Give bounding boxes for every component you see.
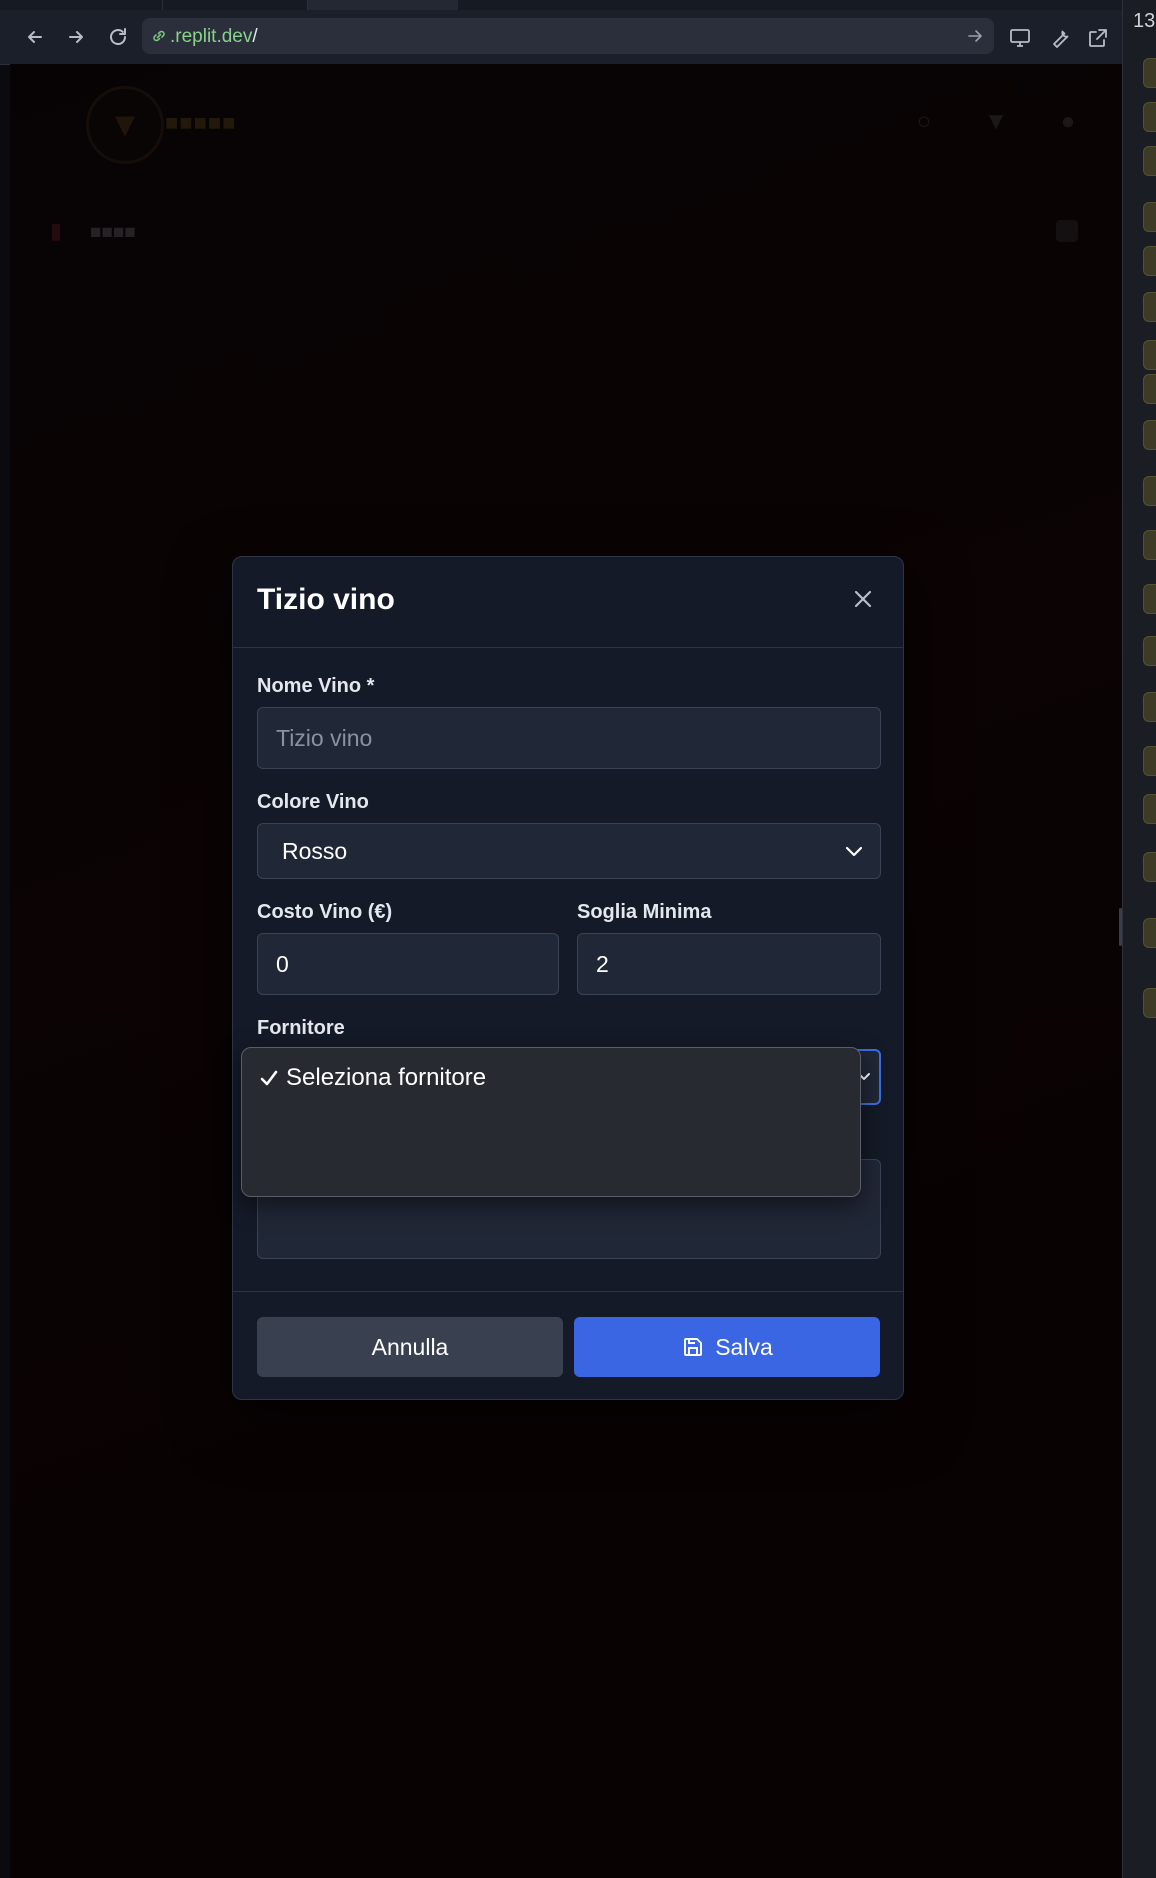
open-external-icon[interactable] [1084,24,1112,52]
nome-vino-label: Nome Vino * [257,675,375,697]
panel-tab[interactable] [1143,746,1156,776]
colore-vino-select[interactable]: Rosso [257,823,881,879]
chevron-down-icon [842,839,866,863]
soglia-minima-input[interactable]: 2 [577,933,881,995]
link-icon [150,27,168,45]
soglia-minima-label: Soglia Minima [577,901,712,923]
panel-tab[interactable] [1143,58,1156,88]
save-button[interactable]: Salva [574,1317,880,1377]
panel-tab[interactable] [1143,292,1156,322]
forward-icon[interactable] [63,24,89,50]
url-text: .replit.dev/ [170,26,258,48]
colore-vino-label: Colore Vino [257,791,369,813]
panel-tab[interactable] [1143,476,1156,506]
browser-tab-active[interactable] [308,0,458,10]
dialog-title: Tizio vino [257,583,395,616]
panel-tab[interactable] [1143,852,1156,882]
panel-tab[interactable] [1143,530,1156,560]
header-divider [233,647,903,648]
panel-tab[interactable] [1143,102,1156,132]
panel-tab[interactable] [1143,340,1156,370]
close-icon[interactable] [849,585,877,613]
checkmark-icon [258,1067,280,1089]
edit-wine-dialog: Tizio vino Nome Vino * Tizio vino Colore… [232,556,904,1400]
panel-number: 13 [1133,10,1156,32]
go-arrow-icon[interactable] [966,27,984,45]
url-bar[interactable]: .replit.dev/ [142,18,994,54]
panel-tab[interactable] [1143,146,1156,176]
reload-icon[interactable] [105,24,131,50]
cancel-button[interactable]: Annulla [257,1317,563,1377]
dropdown-option-label: Seleziona fornitore [286,1064,487,1091]
panel-tab[interactable] [1143,692,1156,722]
fornitore-label: Fornitore [257,1017,345,1039]
browser-toolbar: .replit.dev/ [0,10,1122,65]
panel-tab[interactable] [1143,246,1156,276]
dropdown-option[interactable]: Seleziona fornitore [258,1062,486,1094]
panel-tab[interactable] [1143,420,1156,450]
devices-icon[interactable] [1006,24,1034,52]
panel-tab[interactable] [1143,636,1156,666]
costo-vino-input[interactable]: 0 [257,933,559,995]
save-icon [681,1335,705,1359]
tab-strip [0,0,1122,10]
panel-tab[interactable] [1143,584,1156,614]
wrench-icon[interactable] [1046,24,1074,52]
save-button-label: Salva [715,1333,773,1360]
back-icon[interactable] [22,24,48,50]
browser-tab[interactable] [162,0,308,10]
side-panel-strip: 13 [1119,0,1156,1878]
fornitore-dropdown-menu: Seleziona fornitore [241,1047,861,1197]
resize-handle[interactable] [1119,908,1122,946]
panel-tab[interactable] [1143,374,1156,404]
colore-vino-value: Rosso [282,837,348,864]
panel-tab[interactable] [1143,918,1156,948]
footer-divider [233,1291,903,1292]
url-domain: .replit.dev [170,26,253,47]
url-path: / [252,26,258,47]
panel-tab[interactable] [1143,794,1156,824]
panel-tab[interactable] [1143,202,1156,232]
panel-tab[interactable] [1143,988,1156,1018]
nome-vino-input[interactable]: Tizio vino [257,707,881,769]
costo-vino-label: Costo Vino (€) [257,901,393,923]
